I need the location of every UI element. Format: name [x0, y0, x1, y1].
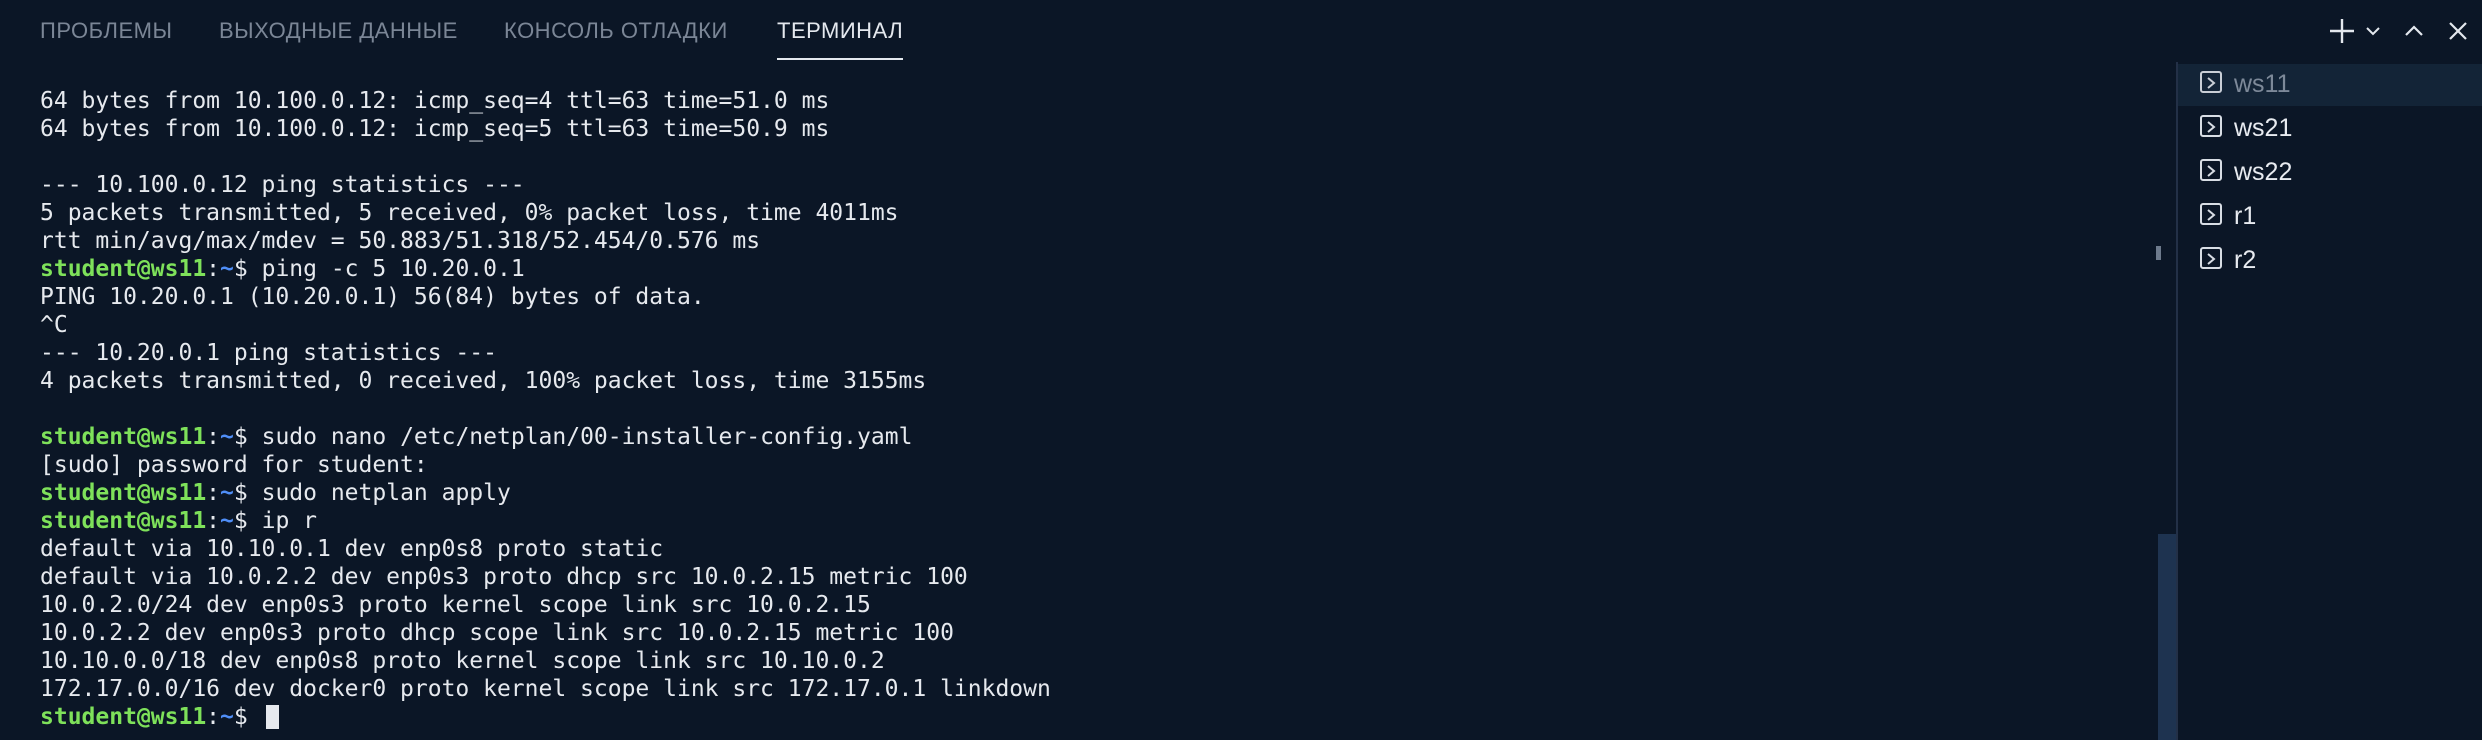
prompt-path: ~ [220, 704, 234, 730]
terminal-sessions-list: ws11 ws21 ws22 r1 r2 [2178, 64, 2482, 740]
terminal-icon [2200, 159, 2222, 181]
chevron-down-icon [2366, 27, 2380, 36]
prompt-path: ~ [220, 424, 234, 450]
output-text: 10.0.2.2 dev enp0s3 proto dhcp scope lin… [40, 620, 954, 646]
command-text: sudo nano /etc/netplan/00-installer-conf… [261, 424, 913, 450]
terminal-session-ws22[interactable]: ws22 [2178, 152, 2482, 194]
tab-terminal[interactable]: ТЕРМИНАЛ [777, 0, 904, 60]
terminal-session-ws11[interactable]: ws11 [2178, 64, 2482, 106]
terminal-icon [2200, 203, 2222, 225]
terminal-line: PING 10.20.0.1 (10.20.0.1) 56(84) bytes … [40, 283, 1051, 311]
session-label: ws11 [2234, 70, 2291, 98]
terminal-line: student@ws11:~$ ping -c 5 10.20.0.1 [40, 255, 1051, 283]
prompt-symbol: $ [233, 508, 262, 534]
prompt-symbol: $ [233, 424, 262, 450]
output-text: 64 bytes from 10.100.0.12: icmp_seq=5 tt… [40, 116, 830, 142]
terminal-session-r2[interactable]: r2 [2178, 240, 2482, 282]
terminal-line: ^C [40, 311, 1051, 339]
output-text: rtt min/avg/max/mdev = 50.883/51.318/52.… [40, 228, 761, 254]
prompt-user: student@ws11 [40, 508, 207, 534]
session-label: r1 [2234, 202, 2257, 230]
prompt-separator: : [206, 480, 221, 506]
terminal-profiles-dropdown[interactable] [2360, 13, 2386, 49]
terminal-line: [sudo] password for student: [40, 451, 1051, 479]
terminal-line: student@ws11:~$ [40, 703, 1051, 731]
prompt-separator: : [206, 424, 221, 450]
prompt-separator: : [206, 256, 221, 282]
terminal-line: 172.17.0.0/16 dev docker0 proto kernel s… [40, 675, 1051, 703]
output-text: 172.17.0.0/16 dev docker0 proto kernel s… [40, 676, 1051, 702]
terminal-line: student@ws11:~$ ip r [40, 507, 1051, 535]
terminal-line: 4 packets transmitted, 0 received, 100% … [40, 367, 1051, 395]
terminal-session-r1[interactable]: r1 [2178, 196, 2482, 238]
command-text: ping -c 5 10.20.0.1 [261, 256, 525, 282]
prompt-symbol: $ [233, 256, 262, 282]
output-text: 10.10.0.0/18 dev enp0s8 proto kernel sco… [40, 648, 885, 674]
new-terminal-button[interactable] [2324, 13, 2360, 49]
scroll-overview-marker [2156, 246, 2161, 260]
output-text: ^C [40, 312, 68, 338]
terminal-lines: 64 bytes from 10.100.0.12: icmp_seq=4 tt… [40, 87, 1051, 731]
prompt-user: student@ws11 [40, 256, 207, 282]
output-text: --- 10.20.0.1 ping statistics --- [40, 340, 497, 366]
maximize-panel-button[interactable] [2396, 13, 2432, 49]
terminal-line: student@ws11:~$ sudo nano /etc/netplan/0… [40, 423, 1051, 451]
output-text: 5 packets transmitted, 5 received, 0% pa… [40, 200, 899, 226]
output-text: PING 10.20.0.1 (10.20.0.1) 56(84) bytes … [40, 284, 705, 310]
terminal-line: default via 10.0.2.2 dev enp0s3 proto dh… [40, 563, 1051, 591]
terminal-icon [2200, 247, 2222, 269]
terminal-line: --- 10.100.0.12 ping statistics --- [40, 171, 1051, 199]
output-text: --- 10.100.0.12 ping statistics --- [40, 172, 525, 198]
terminal-line: --- 10.20.0.1 ping statistics --- [40, 339, 1051, 367]
output-text: 64 bytes from 10.100.0.12: icmp_seq=4 tt… [40, 88, 830, 114]
command-text: sudo netplan apply [261, 480, 511, 506]
output-text: default via 10.10.0.1 dev enp0s8 proto s… [40, 536, 664, 562]
terminal-icon [2200, 71, 2222, 93]
terminal-session-ws21[interactable]: ws21 [2178, 108, 2482, 150]
session-label: ws21 [2234, 114, 2293, 142]
prompt-symbol: $ [233, 480, 262, 506]
output-text: default via 10.0.2.2 dev enp0s3 proto dh… [40, 564, 968, 590]
output-text: 4 packets transmitted, 0 received, 100% … [40, 368, 927, 394]
plus-icon [2330, 19, 2354, 43]
terminal-line: student@ws11:~$ sudo netplan apply [40, 479, 1051, 507]
prompt-symbol: $ [233, 704, 262, 730]
session-label: ws22 [2234, 158, 2293, 186]
tab-debug-console[interactable]: КОНСОЛЬ ОТЛАДКИ [504, 0, 728, 58]
terminal-line: 10.0.2.2 dev enp0s3 proto dhcp scope lin… [40, 619, 1051, 647]
terminal-line: 10.10.0.0/18 dev enp0s8 proto kernel sco… [40, 647, 1051, 675]
terminal-line: 64 bytes from 10.100.0.12: icmp_seq=5 tt… [40, 115, 1051, 143]
terminal-scrollbar[interactable] [2158, 534, 2176, 740]
prompt-path: ~ [220, 480, 234, 506]
prompt-separator: : [206, 704, 221, 730]
terminal-line: 5 packets transmitted, 5 received, 0% pa… [40, 199, 1051, 227]
terminal-panel: ПРОБЛЕМЫ ВЫХОДНЫЕ ДАННЫЕ КОНСОЛЬ ОТЛАДКИ… [0, 0, 2482, 740]
prompt-user: student@ws11 [40, 480, 207, 506]
output-text: [sudo] password for student: [40, 452, 428, 478]
output-text: 10.0.2.0/24 dev enp0s3 proto kernel scop… [40, 592, 871, 618]
terminal-icon [2200, 115, 2222, 137]
prompt-user: student@ws11 [40, 704, 207, 730]
prompt-separator: : [206, 508, 221, 534]
prompt-user: student@ws11 [40, 424, 207, 450]
tab-output[interactable]: ВЫХОДНЫЕ ДАННЫЕ [219, 0, 458, 58]
prompt-path: ~ [220, 256, 234, 282]
close-panel-button[interactable] [2440, 13, 2476, 49]
terminal-line: 10.0.2.0/24 dev enp0s3 proto kernel scop… [40, 591, 1051, 619]
terminal-output[interactable]: 64 bytes from 10.100.0.12: icmp_seq=4 tt… [0, 62, 2152, 740]
panel-tab-bar: ПРОБЛЕМЫ ВЫХОДНЫЕ ДАННЫЕ КОНСОЛЬ ОТЛАДКИ… [0, 0, 2482, 62]
session-label: r2 [2234, 246, 2257, 274]
terminal-line: 64 bytes from 10.100.0.12: icmp_seq=4 tt… [40, 87, 1051, 115]
tab-problems[interactable]: ПРОБЛЕМЫ [40, 0, 172, 58]
prompt-path: ~ [220, 508, 234, 534]
close-icon [2449, 22, 2467, 40]
command-text: ip r [261, 508, 317, 534]
terminal-cursor [265, 705, 279, 729]
chevron-up-icon [2405, 25, 2423, 36]
terminal-line: default via 10.10.0.1 dev enp0s8 proto s… [40, 535, 1051, 563]
terminal-line: rtt min/avg/max/mdev = 50.883/51.318/52.… [40, 227, 1051, 255]
